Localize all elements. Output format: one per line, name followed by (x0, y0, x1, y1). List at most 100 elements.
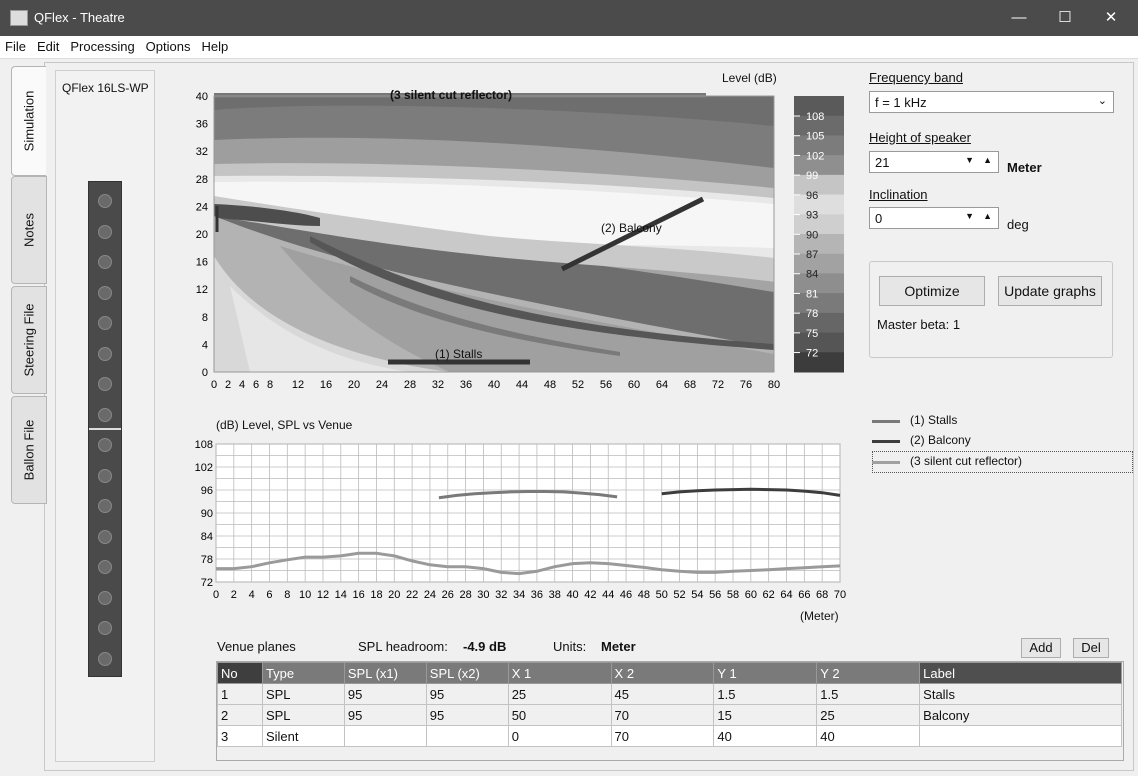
close-button[interactable]: ✕ (1088, 0, 1134, 36)
y-tick-label: 40 (196, 91, 208, 103)
menu-options[interactable]: Options (141, 36, 197, 54)
table-row[interactable]: 1 SPL 95 95 25 45 1.5 1.5 Stalls (217, 683, 1122, 705)
y-tick-label: 84 (201, 531, 213, 543)
col-header-spl-x1[interactable]: SPL (x1) (343, 662, 427, 684)
x-tick-label: 68 (816, 589, 828, 601)
table-row[interactable]: 2 SPL 95 95 50 70 15 25 Balcony (217, 704, 1122, 726)
spin-up-icon[interactable]: ▲ (983, 155, 992, 165)
cell-x1[interactable]: 25 (507, 683, 612, 705)
col-header-label[interactable]: Label (919, 662, 1122, 684)
tab-steering-file[interactable]: Steering File (11, 286, 47, 394)
cell-spl-x2[interactable]: 95 (425, 683, 509, 705)
x-tick-label: 72 (712, 379, 724, 391)
y-tick-label: 4 (202, 339, 208, 351)
table-row[interactable]: 3 Silent 0 70 40 40 (217, 725, 1122, 747)
y-tick-label: 108 (195, 439, 213, 451)
tab-simulation[interactable]: Simulation (11, 66, 46, 176)
cell-label[interactable]: Balcony (919, 704, 1122, 726)
height-input[interactable]: 21 ▼ ▲ (869, 151, 999, 173)
colorbar-segment (794, 174, 844, 196)
colorbar-segment (794, 253, 844, 274)
inclination-label: Inclination (869, 187, 928, 202)
cell-type[interactable]: SPL (261, 704, 345, 726)
cell-label[interactable] (919, 725, 1122, 747)
units-label: Units: (553, 639, 587, 654)
tab-notes[interactable]: Notes (11, 176, 47, 284)
x-tick-label: 76 (740, 379, 752, 391)
col-header-x1[interactable]: X 1 (507, 662, 612, 684)
menu-edit[interactable]: Edit (32, 36, 65, 54)
col-header-spl-x2[interactable]: SPL (x2) (425, 662, 509, 684)
speaker-driver (98, 560, 112, 574)
cell-x2[interactable]: 70 (610, 725, 715, 747)
cell-y1[interactable]: 1.5 (713, 683, 818, 705)
cell-x2[interactable]: 45 (610, 683, 715, 705)
y-tick-label: 102 (195, 462, 213, 474)
colorbar-tick-label: 75 (806, 328, 818, 340)
reflector-label: (3 silent cut reflector) (390, 88, 513, 102)
x-tick-label: 32 (495, 589, 507, 601)
cell-spl-x1[interactable]: 95 (343, 704, 427, 726)
cell-no[interactable]: 3 (217, 725, 263, 747)
frequency-band-select[interactable]: f = 1 kHz ⌄ (869, 91, 1114, 113)
col-header-no[interactable]: No (217, 662, 263, 684)
cell-label[interactable]: Stalls (919, 683, 1122, 705)
cell-y2[interactable]: 25 (816, 704, 921, 726)
col-header-type[interactable]: Type (261, 662, 345, 684)
colorbar-segment (794, 273, 844, 294)
x-tick-label: 56 (709, 589, 721, 601)
cell-spl-x1[interactable] (343, 725, 427, 747)
menu-file[interactable]: File (0, 36, 32, 54)
colorbar-tick-label: 102 (806, 150, 824, 162)
cell-spl-x1[interactable]: 95 (343, 683, 427, 705)
cell-spl-x2[interactable] (425, 725, 509, 747)
cell-y2[interactable]: 1.5 (816, 683, 921, 705)
cell-y1[interactable]: 40 (713, 725, 818, 747)
inclination-input[interactable]: 0 ▼ ▲ (869, 207, 999, 229)
legend-item[interactable]: (3 silent cut reflector) (910, 454, 1022, 468)
cell-spl-x2[interactable]: 95 (425, 704, 509, 726)
optimize-button[interactable]: Optimize (879, 276, 985, 306)
speaker-driver (98, 529, 112, 544)
cell-x2[interactable]: 70 (610, 704, 715, 726)
menu-processing[interactable]: Processing (65, 36, 140, 54)
colorbar-segment (794, 234, 844, 255)
col-header-y1[interactable]: Y 1 (713, 662, 818, 684)
spin-down-icon[interactable]: ▼ (965, 211, 974, 221)
update-graphs-button[interactable]: Update graphs (998, 276, 1102, 306)
x-tick-label: 6 (266, 589, 272, 601)
cell-type[interactable]: Silent (261, 725, 345, 747)
add-button[interactable]: Add (1021, 638, 1061, 658)
cell-type[interactable]: SPL (261, 683, 345, 705)
colorbar-tick-label: 108 (806, 111, 824, 123)
maximize-button[interactable]: ☐ (1042, 0, 1088, 36)
x-tick-label: 36 (460, 379, 472, 391)
legend-item[interactable]: (2) Balcony (910, 433, 971, 447)
x-tick-label: 80 (768, 379, 780, 391)
col-header-y2[interactable]: Y 2 (816, 662, 921, 684)
x-tick-label: 20 (348, 379, 360, 391)
spin-down-icon[interactable]: ▼ (965, 155, 974, 165)
cell-x1[interactable]: 50 (507, 704, 612, 726)
minimize-button[interactable]: — (996, 0, 1042, 36)
x-tick-label: 28 (459, 589, 471, 601)
spin-up-icon[interactable]: ▲ (983, 211, 992, 221)
tab-ballon-file[interactable]: Ballon File (11, 396, 47, 504)
cell-y1[interactable]: 15 (713, 704, 818, 726)
x-tick-label: 16 (353, 589, 365, 601)
legend-item[interactable]: (1) Stalls (910, 413, 957, 427)
del-button[interactable]: Del (1073, 638, 1109, 658)
x-tick-label: 4 (249, 589, 255, 601)
speaker-driver (98, 407, 112, 422)
cell-no[interactable]: 2 (217, 704, 263, 726)
x-tick-label: 0 (213, 589, 219, 601)
x-tick-label: 14 (335, 589, 347, 601)
cell-x1[interactable]: 0 (507, 725, 612, 747)
cell-no[interactable]: 1 (217, 683, 263, 705)
menu-help[interactable]: Help (196, 36, 234, 54)
units-value: Meter (601, 639, 636, 654)
cell-y2[interactable]: 40 (816, 725, 921, 747)
col-header-x2[interactable]: X 2 (610, 662, 715, 684)
y-tick-label: 28 (196, 174, 208, 186)
speaker-panel: QFlex 16LS-WP (55, 70, 155, 762)
